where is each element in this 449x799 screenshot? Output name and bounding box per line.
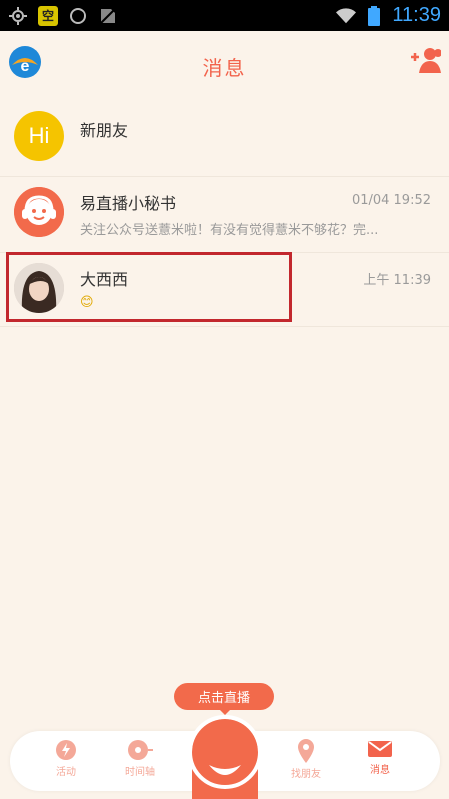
add-friend-icon[interactable] <box>411 47 442 73</box>
app-logo[interactable]: e <box>8 45 42 79</box>
nav-label: 找朋友 <box>291 769 321 780</box>
wifi-icon <box>336 6 357 26</box>
nav-find-friends[interactable]: 找朋友 <box>276 739 336 780</box>
nav-timeline[interactable]: 时间轴 <box>110 739 170 778</box>
list-item-new-friends[interactable]: Hi 新朋友 <box>0 101 449 177</box>
status-bar: 空 11:39 <box>0 0 449 31</box>
avatar-assistant <box>14 187 64 237</box>
svg-text:e: e <box>21 58 30 75</box>
nav-label: 消息 <box>370 765 390 776</box>
avatar-daxixi <box>14 263 64 313</box>
activity-icon <box>56 740 76 760</box>
message-time: 上午 11:39 <box>363 273 431 288</box>
header: e 消息 <box>0 31 449 101</box>
page-title: 消息 <box>202 55 247 80</box>
list-item-daxixi[interactable]: 大西西 😊 上午 11:39 <box>0 253 449 327</box>
battery-icon <box>364 5 384 26</box>
live-button-label[interactable]: 点击直播 <box>174 683 274 715</box>
moon-icon <box>68 6 88 26</box>
nav-activity[interactable]: 活动 <box>36 739 96 778</box>
message-time: 01/04 19:52 <box>351 193 431 208</box>
mail-icon <box>368 741 392 757</box>
list-item-assistant[interactable]: 易直播小秘书 关注公众号送薏米啦！有没有觉得薏米不够花？完... 01/04 1… <box>0 177 449 253</box>
contact-name: 新朋友 <box>80 121 129 140</box>
nav-label: 时间轴 <box>125 767 155 778</box>
nav-messages[interactable]: 消息 <box>350 739 410 776</box>
live-camera-button[interactable] <box>188 715 262 799</box>
smile-icon <box>209 765 241 775</box>
timeline-icon <box>128 740 153 760</box>
contact-name: 易直播小秘书 <box>80 194 177 213</box>
gps-icon <box>8 6 28 26</box>
status-time: 11:39 <box>392 4 441 26</box>
message-preview: 关注公众号送薏米啦！有没有觉得薏米不够花？完... <box>80 223 379 238</box>
contact-name: 大西西 <box>80 270 129 289</box>
nav-label: 活动 <box>56 767 76 778</box>
message-list: Hi 新朋友 易直播小秘书 关注公众号送薏米啦！有没有觉得薏米不够花？完... … <box>0 101 449 327</box>
headset-icon <box>14 187 64 237</box>
no-sim-icon <box>98 6 118 26</box>
avatar-hi: Hi <box>14 111 64 161</box>
find-friends-icon <box>298 739 314 763</box>
message-preview: 😊 <box>80 295 94 310</box>
kong-icon: 空 <box>38 5 58 26</box>
